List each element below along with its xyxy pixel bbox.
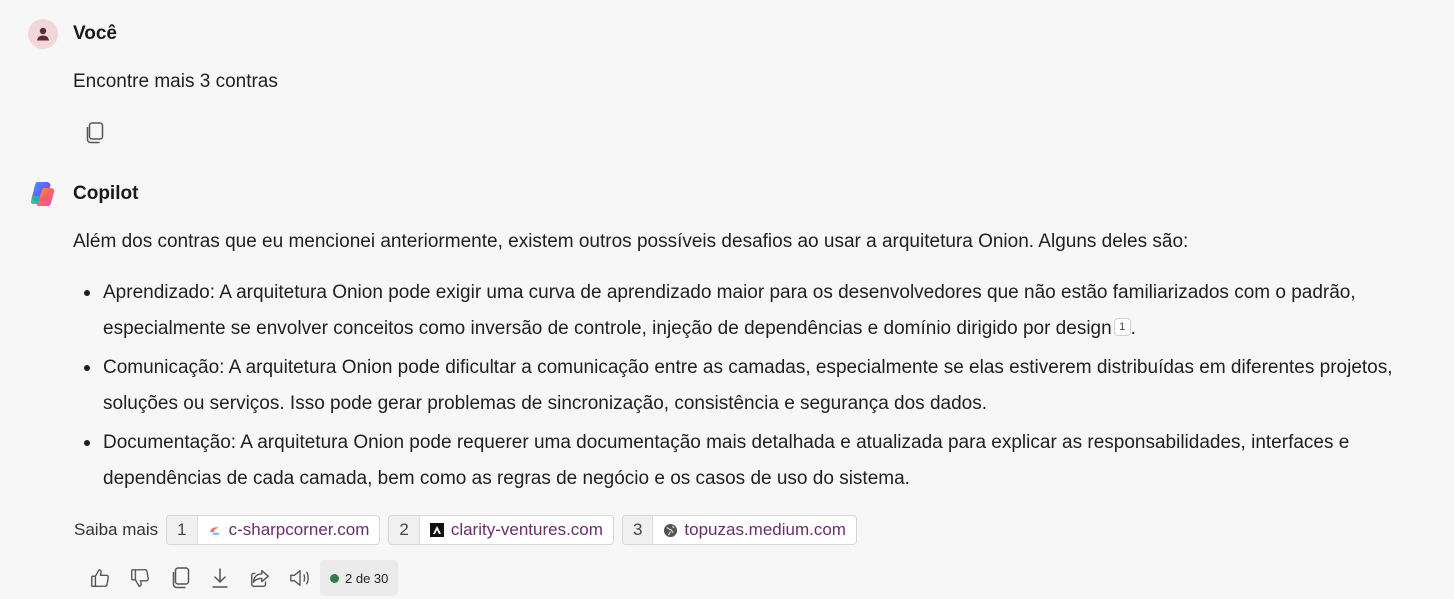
- copilot-logo-icon: [28, 179, 58, 209]
- dislike-button[interactable]: [120, 560, 160, 596]
- status-dot: [330, 573, 339, 583]
- bullet-text: Documentação: A arquitetura Onion pode r…: [103, 432, 1350, 489]
- bullet-suffix: .: [1130, 318, 1136, 339]
- like-button[interactable]: [80, 560, 120, 596]
- source-number: 1: [167, 516, 198, 544]
- thumbs-up-icon: [91, 569, 109, 587]
- learn-more-label: Saiba mais: [74, 520, 159, 539]
- source-number: 3: [622, 516, 654, 544]
- copy-message-button[interactable]: [80, 119, 108, 147]
- copy-icon: [86, 122, 104, 144]
- bullet-item: Documentação: A arquitetura Onion pode r…: [73, 425, 1443, 497]
- source-domain: c-sharpcorner.com: [228, 520, 370, 539]
- bullet-item: Aprendizado: A arquitetura Onion pode ex…: [73, 275, 1443, 347]
- user-message-header: Você: [28, 19, 117, 49]
- copy-icon: [172, 567, 190, 589]
- speaker-icon: [290, 569, 309, 587]
- share-button[interactable]: [240, 560, 280, 596]
- bullet-item: Comunicação: A arquitetura Onion pode di…: [73, 350, 1443, 422]
- download-icon: [212, 568, 228, 588]
- source-link-1[interactable]: 1 c-sharpcorner.com: [166, 515, 381, 545]
- copilot-author-name: Copilot: [73, 183, 139, 204]
- response-counter-text: 2 de 30: [345, 570, 389, 586]
- user-author-name: Você: [73, 23, 118, 44]
- c-sharpcorner-favicon-icon: [207, 522, 223, 538]
- bullet-text: Aprendizado: A arquitetura Onion pode ex…: [103, 282, 1356, 339]
- globe-icon: [662, 522, 678, 538]
- clarity-ventures-favicon-icon: [429, 522, 445, 538]
- copilot-message-header: Copilot: [28, 179, 138, 209]
- source-domain: clarity-ventures.com: [450, 520, 603, 539]
- source-number: 2: [389, 516, 420, 544]
- user-avatar-icon: [28, 19, 58, 49]
- response-action-bar: 2 de 30: [80, 560, 399, 596]
- share-icon: [251, 569, 269, 587]
- citation-marker[interactable]: 1: [1113, 318, 1131, 336]
- copilot-intro-text: Além dos contras que eu mencionei anteri…: [73, 231, 1189, 252]
- user-message-text: Encontre mais 3 contras: [73, 71, 278, 92]
- thumbs-down-icon: [131, 569, 149, 587]
- bullet-text: Comunicação: A arquitetura Onion pode di…: [103, 357, 1393, 414]
- learn-more-row: Saiba mais 1 c-sharpcorner.com 2 clarity…: [74, 515, 865, 545]
- source-link-2[interactable]: 2 clarity-ventures.com: [388, 515, 614, 545]
- source-link-3[interactable]: 3 topuzas.medium.com: [621, 515, 857, 545]
- copilot-bullet-list: Aprendizado: A arquitetura Onion pode ex…: [73, 275, 1443, 500]
- read-aloud-button[interactable]: [280, 560, 320, 596]
- export-button[interactable]: [200, 560, 240, 596]
- response-counter-badge: 2 de 30: [320, 560, 399, 596]
- source-domain: topuzas.medium.com: [684, 520, 846, 539]
- copy-response-button[interactable]: [160, 560, 200, 596]
